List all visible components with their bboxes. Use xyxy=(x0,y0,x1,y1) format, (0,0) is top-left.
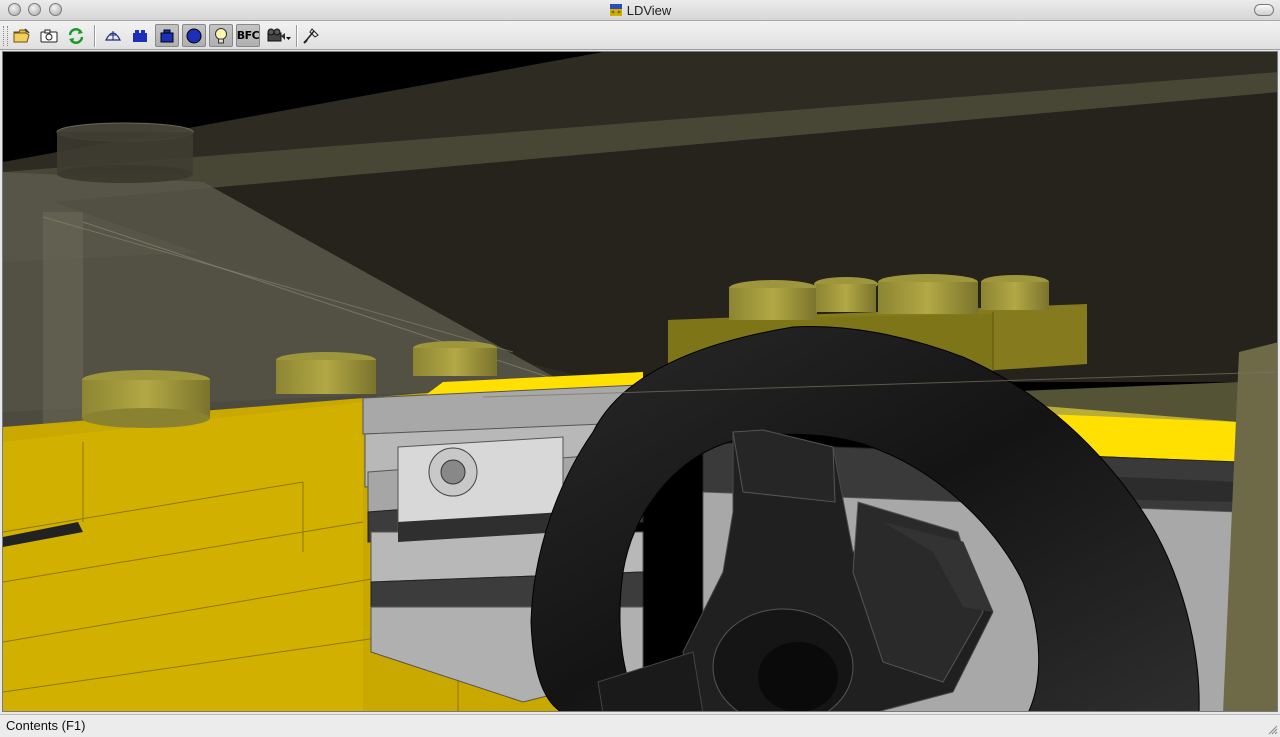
toolbar-separator xyxy=(94,25,96,47)
lightbulb-icon xyxy=(215,27,227,43)
model-viewport[interactable] xyxy=(2,51,1278,712)
resize-grip-icon[interactable] xyxy=(1266,723,1278,735)
ldview-app-icon xyxy=(609,4,622,16)
open-folder-icon xyxy=(13,27,30,42)
bfc-button[interactable]: BFC xyxy=(236,24,260,47)
view-angle-button[interactable] xyxy=(264,24,294,47)
preferences-button[interactable] xyxy=(299,24,323,47)
seams-button[interactable] xyxy=(128,24,152,47)
toolbar-toggle-button[interactable] xyxy=(1254,4,1274,16)
toolbar-grip[interactable] xyxy=(3,26,8,46)
wireframe-icon xyxy=(105,30,121,41)
bfc-label: BFC xyxy=(236,29,260,42)
primitive-substitution-icon xyxy=(186,28,202,43)
title-bar: LDView xyxy=(0,0,1280,21)
toolbar-separator xyxy=(296,25,298,47)
view-angle-icon xyxy=(267,28,291,41)
window-title: LDView xyxy=(626,3,672,18)
status-text: Contents (F1) xyxy=(6,718,86,733)
open-button[interactable] xyxy=(10,24,34,47)
toolbar: BFC xyxy=(0,21,1280,50)
window-title-wrap: LDView xyxy=(0,2,1280,19)
snapshot-button[interactable] xyxy=(37,24,61,47)
seams-icon xyxy=(133,29,147,42)
reload-icon xyxy=(68,27,84,44)
lego-model-render xyxy=(3,52,1277,711)
lighting-button[interactable] xyxy=(209,24,233,47)
edge-lines-icon xyxy=(160,29,174,42)
primitive-substitution-button[interactable] xyxy=(182,24,206,47)
edge-lines-button[interactable] xyxy=(155,24,179,47)
camera-icon xyxy=(40,29,58,42)
status-bar: Contents (F1) xyxy=(0,714,1280,737)
wireframe-button[interactable] xyxy=(101,24,125,47)
preferences-icon xyxy=(303,27,319,44)
reload-button[interactable] xyxy=(64,24,88,47)
